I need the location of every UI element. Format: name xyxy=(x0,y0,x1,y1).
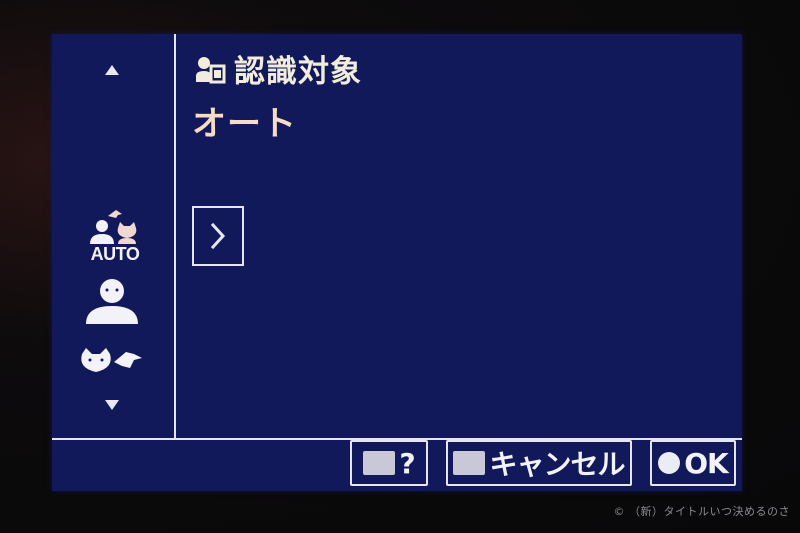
camera-lcd-screen: AUTO 認識対象 オート ? キャンセル OK xyxy=(52,34,742,491)
current-setting-value: オート xyxy=(192,104,297,144)
subject-detection-icon xyxy=(196,56,226,83)
scroll-up-arrow-icon[interactable] xyxy=(105,65,119,75)
submenu-enter-button[interactable] xyxy=(192,206,244,266)
cancel-button[interactable]: キャンセル xyxy=(446,440,632,486)
page-title: 認識対象 xyxy=(234,54,362,90)
help-label: ? xyxy=(399,446,415,480)
ok-button[interactable]: OK xyxy=(650,440,736,486)
cancel-label: キャンセル xyxy=(489,448,625,481)
scroll-down-arrow-icon[interactable] xyxy=(105,400,119,410)
help-button[interactable]: ? xyxy=(350,440,428,486)
person-and-animal-auto-icon[interactable] xyxy=(86,206,146,246)
option-sidebar: AUTO xyxy=(52,34,176,438)
menu-title: 認識対象 xyxy=(194,46,362,91)
person-icon[interactable] xyxy=(82,276,142,326)
ok-label: OK xyxy=(684,446,728,480)
chevron-right-icon xyxy=(210,222,226,250)
watermark: © （新）タイトルいつ決めるのさ xyxy=(613,505,790,518)
auto-option-label: AUTO xyxy=(90,244,140,264)
center-button-icon xyxy=(658,452,681,474)
menu-key-icon xyxy=(453,451,486,475)
cat-and-bird-icon[interactable] xyxy=(78,346,144,380)
menu-key-icon xyxy=(363,451,396,475)
